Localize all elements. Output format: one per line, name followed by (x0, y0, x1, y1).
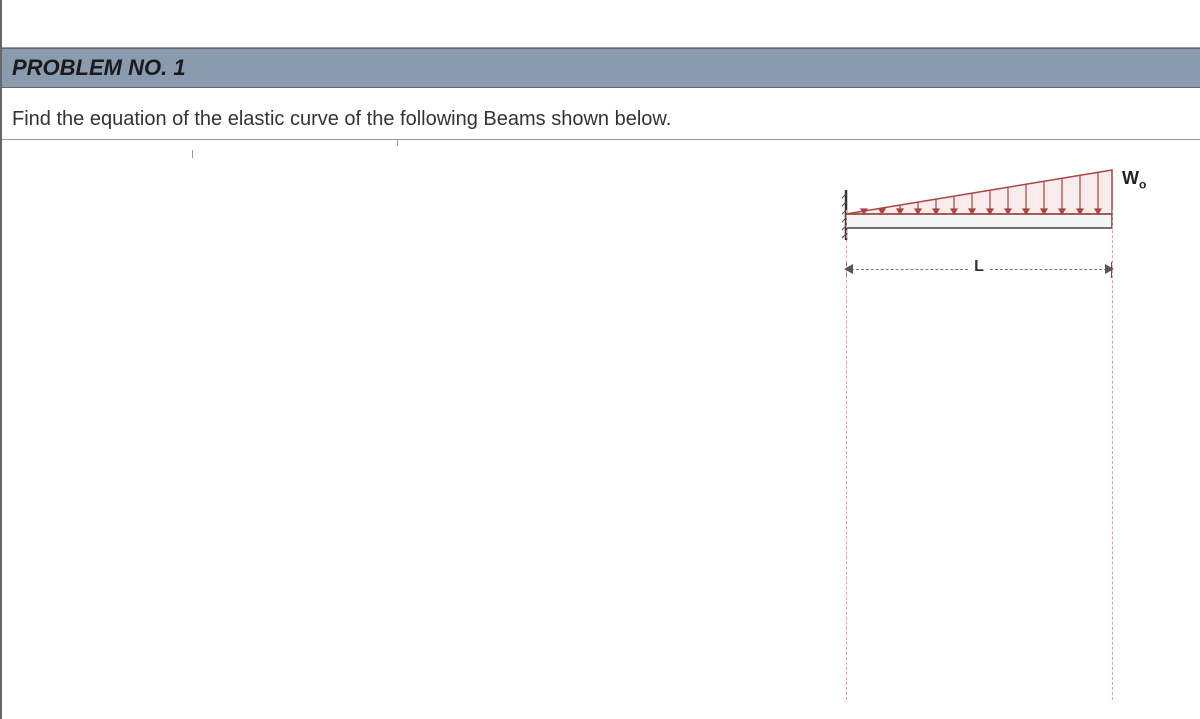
page-container: PROBLEM NO. 1 Find the equation of the e… (0, 0, 1200, 719)
problem-statement: Find the equation of the elastic curve o… (2, 88, 1200, 140)
beam-svg (842, 160, 1132, 250)
diagram-area: Wo (2, 140, 1200, 700)
span-label: L (970, 258, 988, 276)
dimension-line: L (846, 260, 1112, 280)
vertical-guide-left (846, 210, 847, 700)
top-spacer (2, 0, 1200, 48)
triangular-load (846, 170, 1112, 214)
beam-body (846, 214, 1112, 228)
problem-header: PROBLEM NO. 1 (2, 48, 1200, 88)
load-subscript: o (1139, 178, 1146, 192)
vertical-guide-right (1112, 210, 1113, 700)
tick-mark (397, 140, 398, 146)
beam-diagram: Wo (842, 160, 1162, 700)
problem-title: PROBLEM NO. 1 (12, 55, 1190, 81)
tick-mark (192, 150, 193, 158)
